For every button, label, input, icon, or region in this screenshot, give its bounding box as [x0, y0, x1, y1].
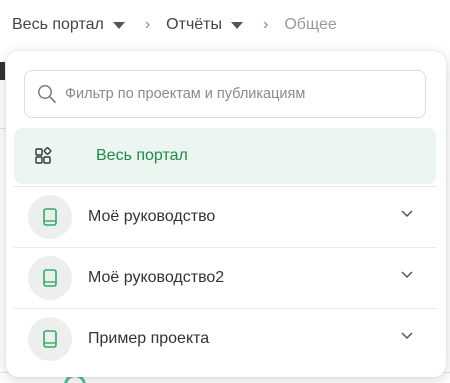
search-icon	[38, 85, 56, 103]
breadcrumb-portal-label: Весь портал	[12, 16, 104, 33]
breadcrumb-reports-label: Отчёты	[166, 16, 223, 33]
portal-icon	[34, 146, 74, 166]
dropdown-divider	[14, 247, 436, 248]
caret-down-icon	[112, 21, 125, 29]
dropdown-item-all-portal[interactable]: Весь портал	[14, 128, 436, 184]
caret-down-icon	[231, 21, 244, 29]
dropdown-item-project[interactable]: Моё руководство2	[14, 250, 436, 306]
background-heading-fragment	[0, 62, 5, 80]
breadcrumb: Весь портал › Отчёты › Общее	[0, 0, 450, 50]
dropdown-divider	[14, 186, 436, 187]
dropdown-item-project[interactable]: Пример проекта	[14, 311, 436, 367]
filter-search-input[interactable]	[65, 86, 405, 102]
dropdown-item-project[interactable]: Моё руководство	[14, 189, 436, 245]
chevron-down-icon[interactable]	[400, 331, 414, 341]
breadcrumb-current: Общее	[284, 16, 337, 33]
dropdown-item-label: Пример проекта	[88, 330, 210, 347]
portal-dropdown-panel: Весь портал Моё руководство Моё руководс…	[6, 51, 446, 377]
book-icon	[28, 317, 72, 361]
book-icon	[28, 195, 72, 239]
chevron-down-icon[interactable]	[400, 270, 414, 280]
dropdown-item-label: Моё руководство2	[88, 269, 225, 286]
filter-search-box[interactable]	[24, 70, 426, 118]
breadcrumb-portal[interactable]: Весь портал	[12, 16, 125, 34]
dropdown-divider	[14, 308, 436, 309]
dropdown-item-label: Весь портал	[96, 147, 188, 164]
dropdown-item-label: Моё руководство	[88, 208, 216, 225]
breadcrumb-reports[interactable]: Отчёты	[166, 16, 244, 34]
chevron-down-icon[interactable]	[400, 209, 414, 219]
breadcrumb-separator-icon: ›	[263, 16, 269, 33]
book-icon	[28, 256, 72, 300]
breadcrumb-separator-icon: ›	[144, 16, 151, 33]
